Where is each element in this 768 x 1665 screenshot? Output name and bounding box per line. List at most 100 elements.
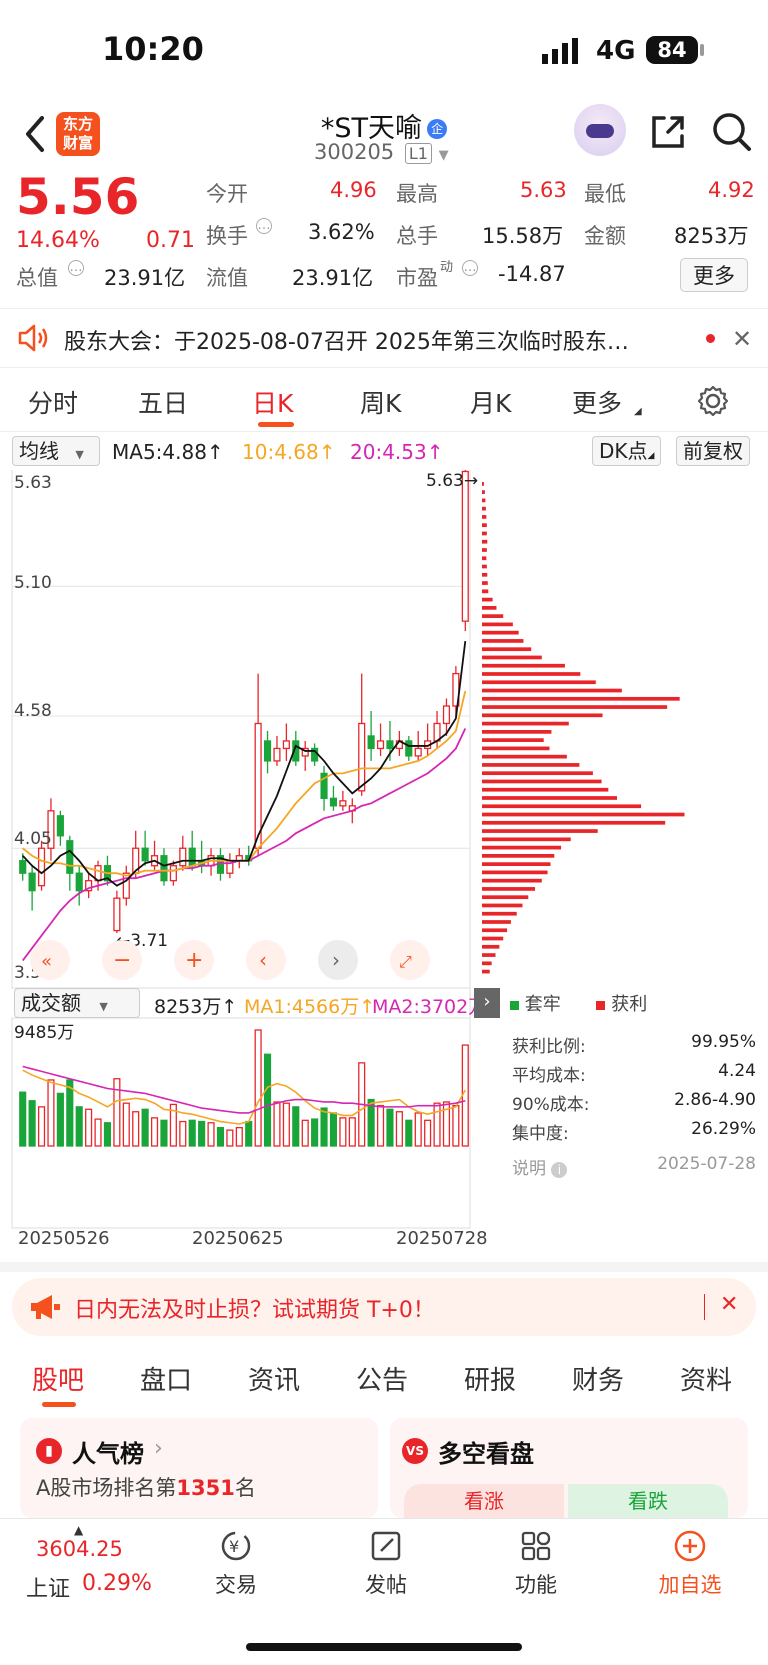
index-arrow-icon: ▲ [74,1523,84,1537]
candle-body [66,840,74,874]
add-watchlist-label: 加自选 [658,1573,722,1597]
share-icon[interactable] [648,112,688,156]
volume-bar [386,1108,394,1147]
close-icon[interactable]: ✕ [732,325,752,353]
kline-candles [19,470,469,934]
volume-bar [395,1111,403,1147]
assistant-avatar[interactable] [574,104,626,156]
close-icon[interactable]: ✕ [720,1292,738,1317]
chip-bar [482,787,609,792]
functions-label: 功能 [515,1573,557,1597]
volume-bar [376,1104,385,1147]
chip-bar [482,663,565,668]
tab-research[interactable]: 研报 [464,1360,516,1397]
candle-body [376,740,385,750]
chip-bar [482,680,596,685]
bear-button[interactable]: 看跌 [568,1484,728,1518]
chip-bar [482,696,680,701]
volume-bar [424,1119,432,1147]
volume-bar [150,1117,159,1147]
chip-bar [482,870,548,875]
chip-bar [482,672,581,676]
post-button[interactable]: 发帖 [336,1529,436,1599]
volume-bar [28,1100,36,1147]
level-badge[interactable]: L1 [404,143,432,164]
chip-bar [482,556,487,561]
pe-info-icon[interactable]: … [462,260,478,276]
functions-button[interactable]: 功能 [486,1529,586,1599]
tab-five-day[interactable]: 五日 [138,384,188,420]
volume-bar [226,1129,234,1147]
kline-chart[interactable]: 5.63 5.10 4.58 4.05 3.53 5.63→ ←3.71 948… [0,470,768,1270]
candle-body [160,855,168,882]
popularity-prefix: A股市场排名第 [36,1476,177,1500]
volume-bar [75,1106,83,1147]
chip-bar [482,746,550,751]
settings-icon[interactable] [696,384,730,422]
index-value[interactable]: 3604.25 [36,1537,123,1561]
volume-ma2: MA2:3702万 [372,996,488,1018]
trade-button[interactable]: ¥ 交易 [186,1529,286,1599]
mktcap-info-icon[interactable]: … [68,260,84,276]
dk-button[interactable]: DK点◢ [592,436,662,466]
amount-label: 金额 [584,224,626,248]
popularity-card[interactable]: ▮ 人气榜 › A股市场排名第1351名 [20,1418,378,1518]
tab-pankou[interactable]: 盘口 [140,1360,192,1397]
volume-bar [254,1029,262,1147]
expand-right-icon[interactable]: › [474,988,500,1018]
battery-tip [700,44,704,56]
bull-bear-card[interactable]: VS 多空看盘 看涨 看跌 [390,1418,748,1518]
volume-bar [320,1107,328,1147]
bull-button[interactable]: 看涨 [404,1484,564,1518]
dk-caret-icon: ◢ [647,451,655,461]
volume-indicator-select[interactable]: 成交额 ▼ [14,988,140,1018]
notice-bar[interactable]: 股东大会：于2025-08-07召开 2025年第三次临时股东… ✕ [0,308,768,368]
avg-cost-label: 平均成本: [512,1066,586,1086]
profit-ratio-value: 99.95% [691,1032,756,1052]
tab-day-k[interactable]: 日K [252,384,293,420]
turnover-info-icon[interactable]: … [256,218,272,234]
volume-max-label: 9485万 [14,1023,74,1043]
volume-value: 8253万↑ [154,996,238,1018]
chip-bar [482,763,580,767]
network-type: 4G [596,36,636,66]
tab-announcements[interactable]: 公告 [356,1360,408,1397]
speaker-icon [16,323,50,357]
volume-bar [85,1108,93,1147]
chart-badge-icon: ▮ [36,1438,62,1464]
battery-icon: 84 [646,36,698,64]
index-change[interactable]: 0.29% [82,1571,152,1596]
profit-legend-label: 获利 [611,994,648,1015]
indicator-select[interactable]: 均线 ▼ [12,436,100,466]
adjust-button[interactable]: 前复权 [676,436,750,466]
tab-week-k[interactable]: 周K [360,384,401,420]
double-left-icon: « [41,951,52,972]
candle-body [188,847,196,867]
chip-bar [482,845,562,850]
ma5-line [22,641,467,887]
candle-body [75,872,83,892]
tab-news[interactable]: 资讯 [248,1360,300,1397]
chevron-down-icon: ▼ [99,1000,108,1013]
dropdown-icon[interactable]: ▼ [439,148,449,163]
stock-header: 东方 财富 *ST天喻 企 300205 L1 ▼ [0,100,768,172]
index-name[interactable]: 上证 [26,1571,70,1603]
promo-banner[interactable]: 日内无法及时止损？试试期货 T+0！ ✕ [12,1278,756,1336]
tab-finance[interactable]: 财务 [572,1360,624,1397]
chip-bar [482,531,487,536]
current-price: 5.56 [16,168,140,226]
tab-more[interactable]: 更多 [572,384,622,420]
tab-month-k[interactable]: 月K [470,384,511,420]
more-button[interactable]: 更多 [680,258,748,292]
tab-guba[interactable]: 股吧 [32,1360,84,1397]
tab-fenshi[interactable]: 分时 [28,384,78,420]
chart-controls: « − + ‹ › ⤢ [30,940,430,980]
chip-bar [482,961,492,966]
tab-profile[interactable]: 资料 [680,1360,732,1397]
edit-icon [371,1531,401,1561]
search-icon[interactable] [710,110,754,158]
chip-bar [482,903,523,908]
content-tabs: 股吧 盘口 资讯 公告 研报 财务 资料 [0,1350,768,1410]
distribution-note-row[interactable]: 说明 i 2025-07-28 [512,1154,756,1179]
add-watchlist-button[interactable]: 加自选 [640,1529,740,1599]
